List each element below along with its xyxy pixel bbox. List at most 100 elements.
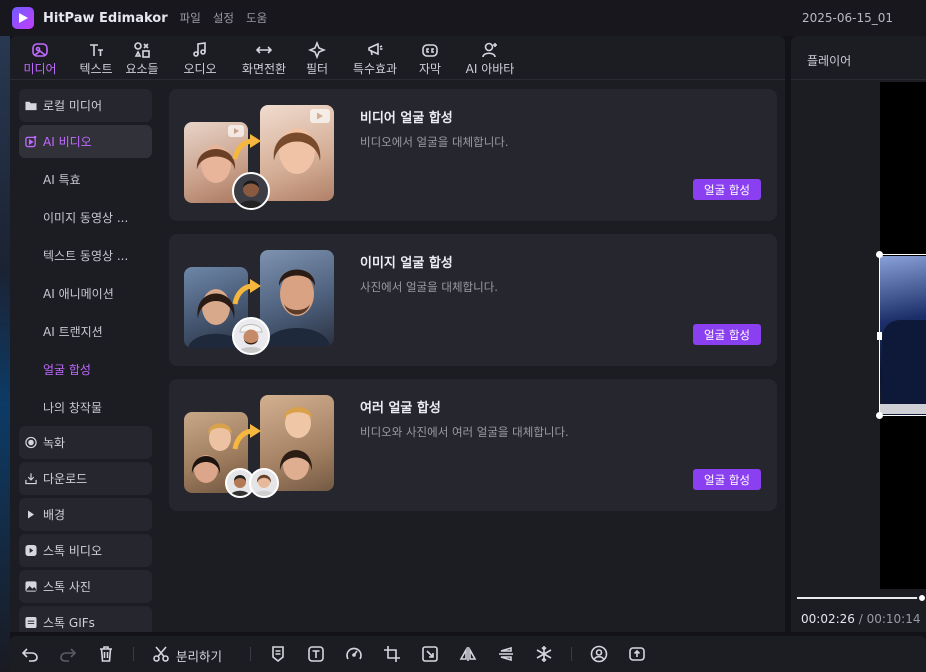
sidebar-item-label: 스톡 사진 [43, 580, 91, 594]
mirror-button[interactable] [496, 644, 516, 664]
media-panel: 미디어 텍스트 요소들 오디오 화면전환 필터 특수효과 자막 AI 아바타 로… [10, 36, 785, 632]
resize-button[interactable] [420, 644, 440, 664]
menu-help[interactable]: 도움 [246, 10, 267, 26]
crop-handle[interactable] [877, 332, 882, 340]
feature-card-image-face-swap[interactable]: 이미지 얼굴 합성 사진에서 얼굴을 대체합니다. 얼굴 합성 [169, 234, 777, 366]
subtitle-tool-button[interactable] [268, 644, 288, 664]
tab-label: 미디어 [23, 62, 57, 76]
tab-effects[interactable]: 특수효과 [348, 36, 402, 80]
crop-box-edge [880, 415, 926, 416]
swap-arrow-icon [232, 424, 261, 450]
title-bar: HitPaw Edimakor 파일 설정 도움 2025-06-15_01 [0, 0, 926, 36]
sidebar-item-recording[interactable]: 녹화 [19, 426, 152, 459]
tab-audio[interactable]: 오디오 [180, 36, 220, 80]
delete-button[interactable] [96, 644, 116, 664]
tab-transition[interactable]: 화면전환 [236, 36, 292, 80]
playback-time: 00:02:26 / 00:10:14 [801, 612, 920, 626]
flip-button[interactable] [458, 644, 478, 664]
card-description: 사진에서 얼굴을 대체합니다. [360, 280, 498, 294]
sidebar-subitem-ai-transition[interactable]: AI 트랜지션 [43, 323, 103, 340]
menu-settings[interactable]: 설정 [213, 10, 234, 26]
speed-button[interactable] [344, 644, 364, 664]
playback-scrubber[interactable] [917, 593, 926, 603]
app-name: HitPaw Edimakor [43, 10, 168, 26]
redo-icon [60, 648, 77, 662]
card-title: 여러 얼굴 합성 [360, 401, 441, 416]
toolbar-divider [250, 647, 251, 661]
sidebar-subitem-face-swap[interactable]: 얼굴 합성 [43, 361, 91, 378]
target-face-avatar [232, 172, 270, 210]
sidebar-subitem-ai-effects[interactable]: AI 특효 [43, 171, 81, 188]
speedometer-icon [346, 647, 362, 660]
ai-video-icon [25, 135, 37, 148]
image-icon [25, 581, 37, 593]
freeze-button[interactable] [534, 644, 554, 664]
sidebar-item-label: 배경 [43, 508, 66, 522]
split-button[interactable] [151, 644, 171, 664]
tab-label: 필터 [305, 62, 329, 76]
sidebar-subitem-image-to-video[interactable]: 이미지 동영상 ... [43, 209, 128, 226]
toolbar-divider [133, 647, 134, 661]
feature-card-multi-face-swap[interactable]: 여러 얼굴 합성 비디오와 사진에서 여러 얼굴을 대체합니다. 얼굴 합성 [169, 379, 777, 511]
scissors-icon [153, 646, 169, 662]
playback-progress-bar[interactable] [797, 597, 926, 599]
elements-icon [133, 40, 151, 60]
sidebar-subitem-text-to-video[interactable]: 텍스트 동영상 ... [43, 247, 128, 264]
redo-button[interactable] [58, 644, 78, 664]
folder-icon [25, 100, 37, 112]
crop-button[interactable] [382, 644, 402, 664]
sidebar-item-label: 다운로드 [43, 472, 88, 486]
face-swap-button[interactable]: 얼굴 합성 [693, 469, 761, 490]
tab-text[interactable]: 텍스트 [76, 36, 116, 80]
transition-icon [255, 40, 273, 60]
effects-icon [366, 40, 384, 60]
export-button[interactable] [627, 644, 647, 664]
sidebar-item-local-media[interactable]: 로컬 미디어 [19, 89, 152, 122]
upload-icon [629, 647, 645, 661]
tab-label: 텍스트 [79, 62, 113, 76]
card-description: 비디오와 사진에서 여러 얼굴을 대체합니다. [360, 425, 569, 439]
swap-arrow-icon [232, 279, 261, 305]
face-tool-button[interactable] [589, 644, 609, 664]
feature-card-video-face-swap[interactable]: 비디어 얼굴 합성 비디오에서 얼굴을 대체합니다. 얼굴 합성 [169, 89, 777, 221]
play-circle-icon [25, 544, 37, 557]
target-face-avatar-2 [249, 468, 279, 498]
face-swap-button[interactable]: 얼굴 합성 [693, 179, 761, 200]
snowflake-icon [536, 646, 552, 662]
sidebar-item-stock-photo[interactable]: 스톡 사진 [19, 570, 152, 603]
card-title: 이미지 얼굴 합성 [360, 256, 453, 271]
sidebar-subitem-my-creations[interactable]: 나의 창작물 [43, 399, 102, 416]
desktop-background [0, 0, 10, 672]
sidebar-item-ai-video[interactable]: AI 비디오 [19, 125, 152, 158]
sidebar-item-download[interactable]: 다운로드 [19, 462, 152, 495]
menu-file[interactable]: 파일 [180, 10, 201, 26]
result-video-thumbnail [260, 105, 334, 201]
undo-icon [21, 648, 38, 662]
card-description: 비디오에서 얼굴을 대체합니다. [360, 135, 509, 149]
tab-media[interactable]: 미디어 [17, 36, 63, 80]
face-detect-icon [590, 645, 608, 663]
sidebar-item-stock-gifs[interactable]: 스톡 GIFs [19, 606, 152, 632]
tab-label: 자막 [418, 62, 442, 76]
result-image-thumbnail [260, 250, 334, 346]
split-label[interactable]: 분리하기 [176, 646, 222, 665]
tab-subtitle[interactable]: 자막 [412, 36, 448, 80]
sidebar-item-background[interactable]: 배경 [19, 498, 152, 531]
crop-handle[interactable] [876, 251, 883, 258]
record-icon [25, 436, 37, 449]
tab-ai-avatar[interactable]: AI 아바타 [461, 36, 519, 80]
preview-frame [880, 256, 926, 416]
gif-icon [25, 616, 37, 629]
sidebar-subitem-ai-animation[interactable]: AI 애니메이션 [43, 285, 114, 302]
tab-filter[interactable]: 필터 [300, 36, 334, 80]
crop-handle[interactable] [876, 412, 883, 419]
face-swap-button[interactable]: 얼굴 합성 [693, 324, 761, 345]
video-preview[interactable] [876, 82, 926, 589]
tab-elements[interactable]: 요소들 [122, 36, 162, 80]
sidebar-item-stock-video[interactable]: 스톡 비디오 [19, 534, 152, 567]
undo-button[interactable] [20, 644, 40, 664]
card-title: 비디어 얼굴 합성 [360, 111, 453, 126]
toolbar-divider [571, 647, 572, 661]
text-tool-button[interactable] [306, 644, 326, 664]
app-logo-icon [12, 7, 34, 29]
